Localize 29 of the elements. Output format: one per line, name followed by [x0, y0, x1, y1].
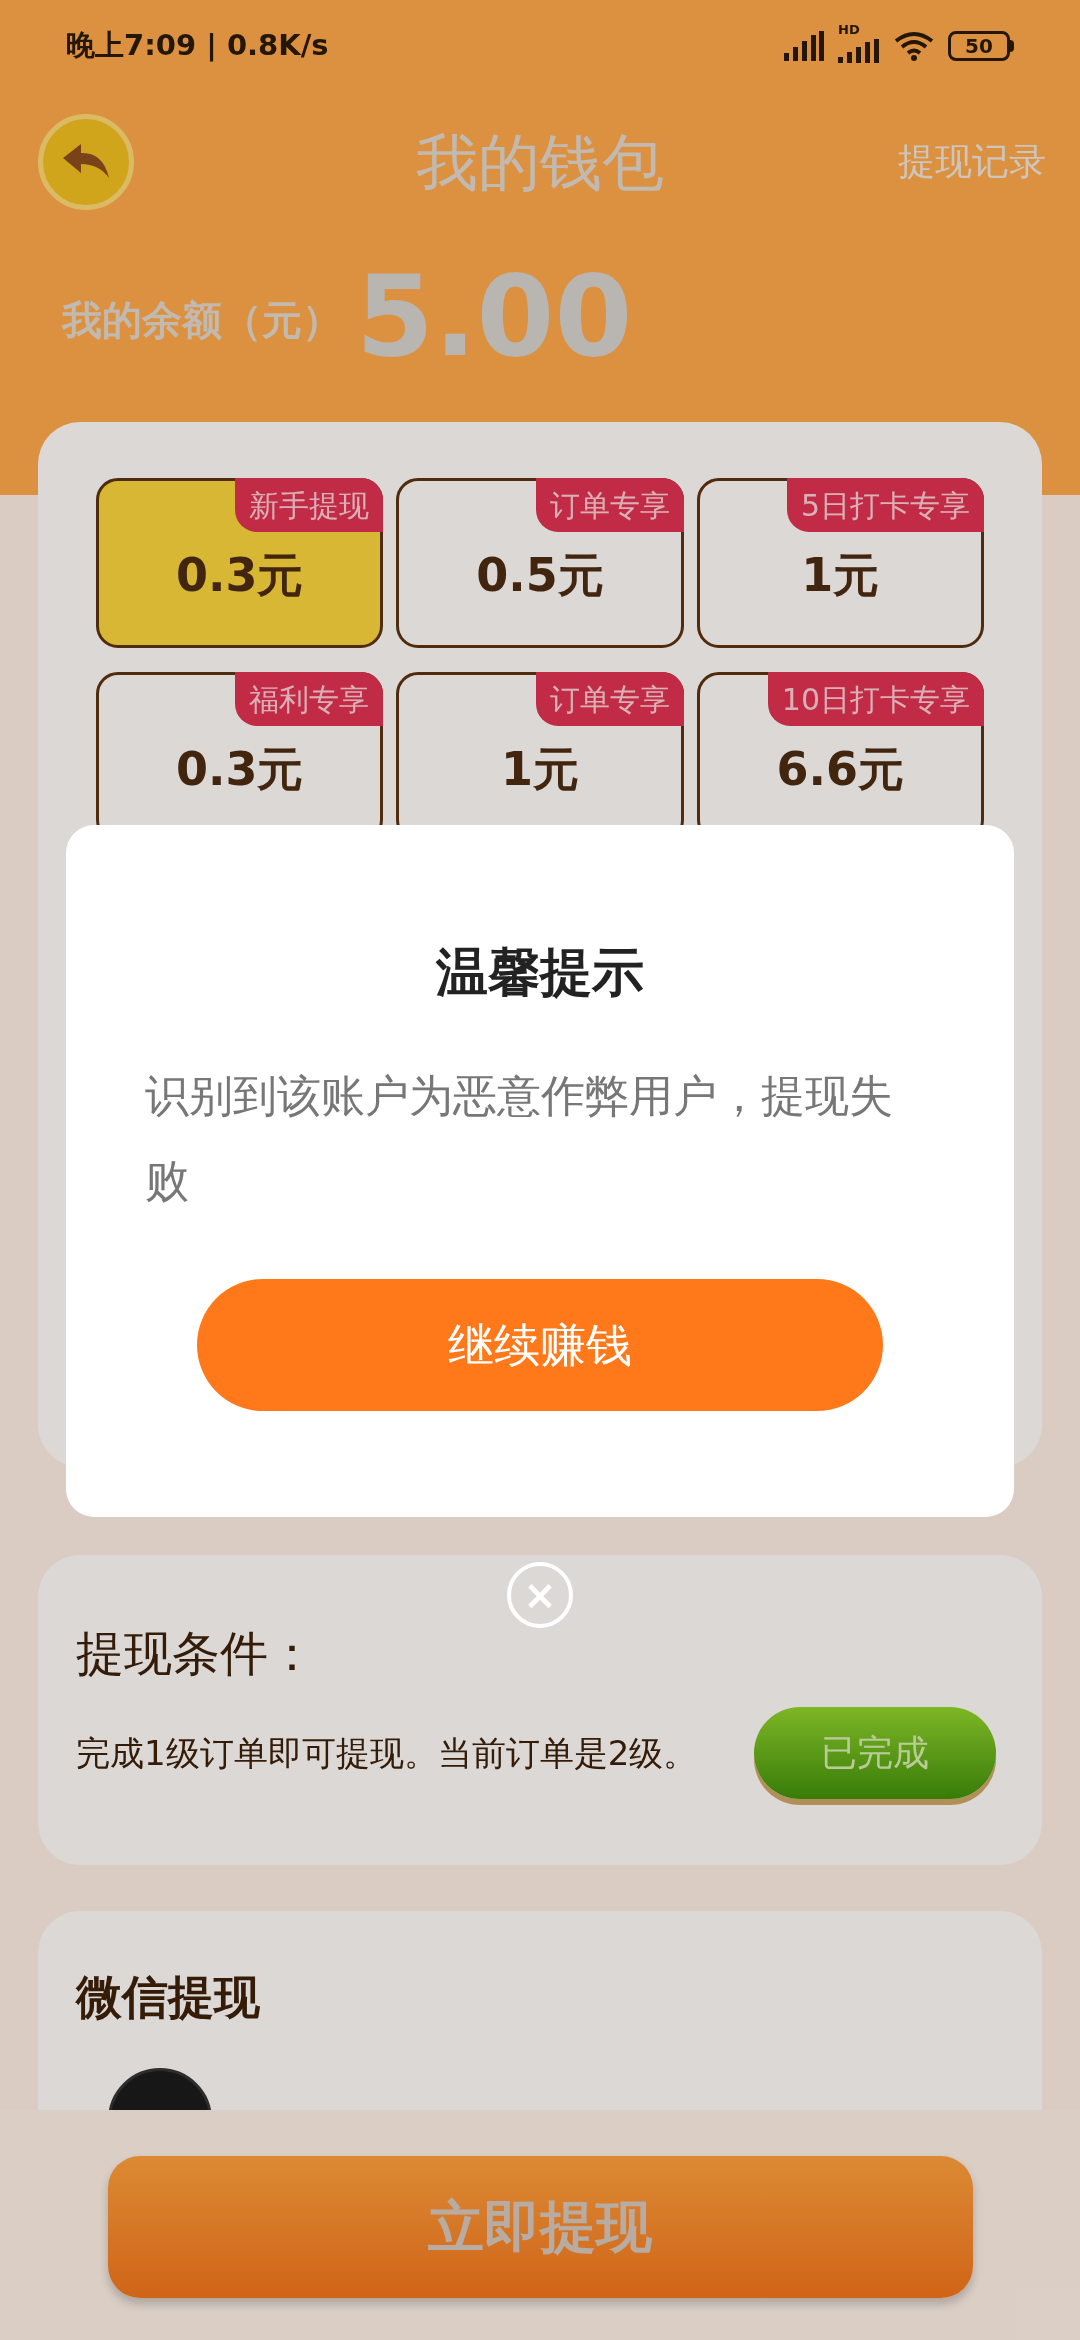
option-amount: 6.6元 [776, 740, 905, 798]
amount-option[interactable]: 订单专享 0.5元 [396, 478, 684, 648]
option-amount: 1元 [501, 740, 579, 798]
page-title: 我的钱包 [416, 124, 664, 201]
option-amount: 0.3元 [175, 740, 304, 798]
option-tag: 新手提现 [235, 478, 384, 532]
option-amount: 0.3元 [175, 546, 304, 604]
option-tag: 10日打卡专享 [767, 672, 984, 726]
signal-icon [838, 39, 880, 63]
conditions-title: 提现条件： [76, 1624, 317, 1683]
option-tag: 订单专享 [535, 672, 684, 726]
balance-label: 我的余额（元） [62, 296, 342, 345]
conditions-text: 完成1级订单即可提现。当前订单是2级。 [76, 1732, 699, 1775]
status-time: 晚上7:09 | 0.8K/s [66, 27, 329, 65]
amount-option[interactable]: 新手提现 0.3元 [96, 478, 384, 648]
option-tag: 订单专享 [535, 478, 684, 532]
option-tag: 5日打卡专享 [786, 478, 984, 532]
battery-level: 50 [965, 36, 993, 56]
dialog-title: 温馨提示 [436, 941, 644, 1004]
balance-amount: 5.00 [356, 260, 633, 372]
wifi-icon [894, 31, 934, 61]
network-label: HD [838, 23, 860, 36]
wechat-section-title: 微信提现 [76, 1969, 261, 2026]
amount-option[interactable]: 5日打卡专享 1元 [696, 478, 984, 648]
signal-icon [784, 31, 824, 61]
option-tag: 福利专享 [235, 672, 384, 726]
dialog-message: 识别到该账户为恶意作弊用户，提现失败 [145, 1069, 894, 1208]
option-amount: 1元 [801, 546, 880, 604]
option-amount: 0.5元 [476, 546, 604, 604]
